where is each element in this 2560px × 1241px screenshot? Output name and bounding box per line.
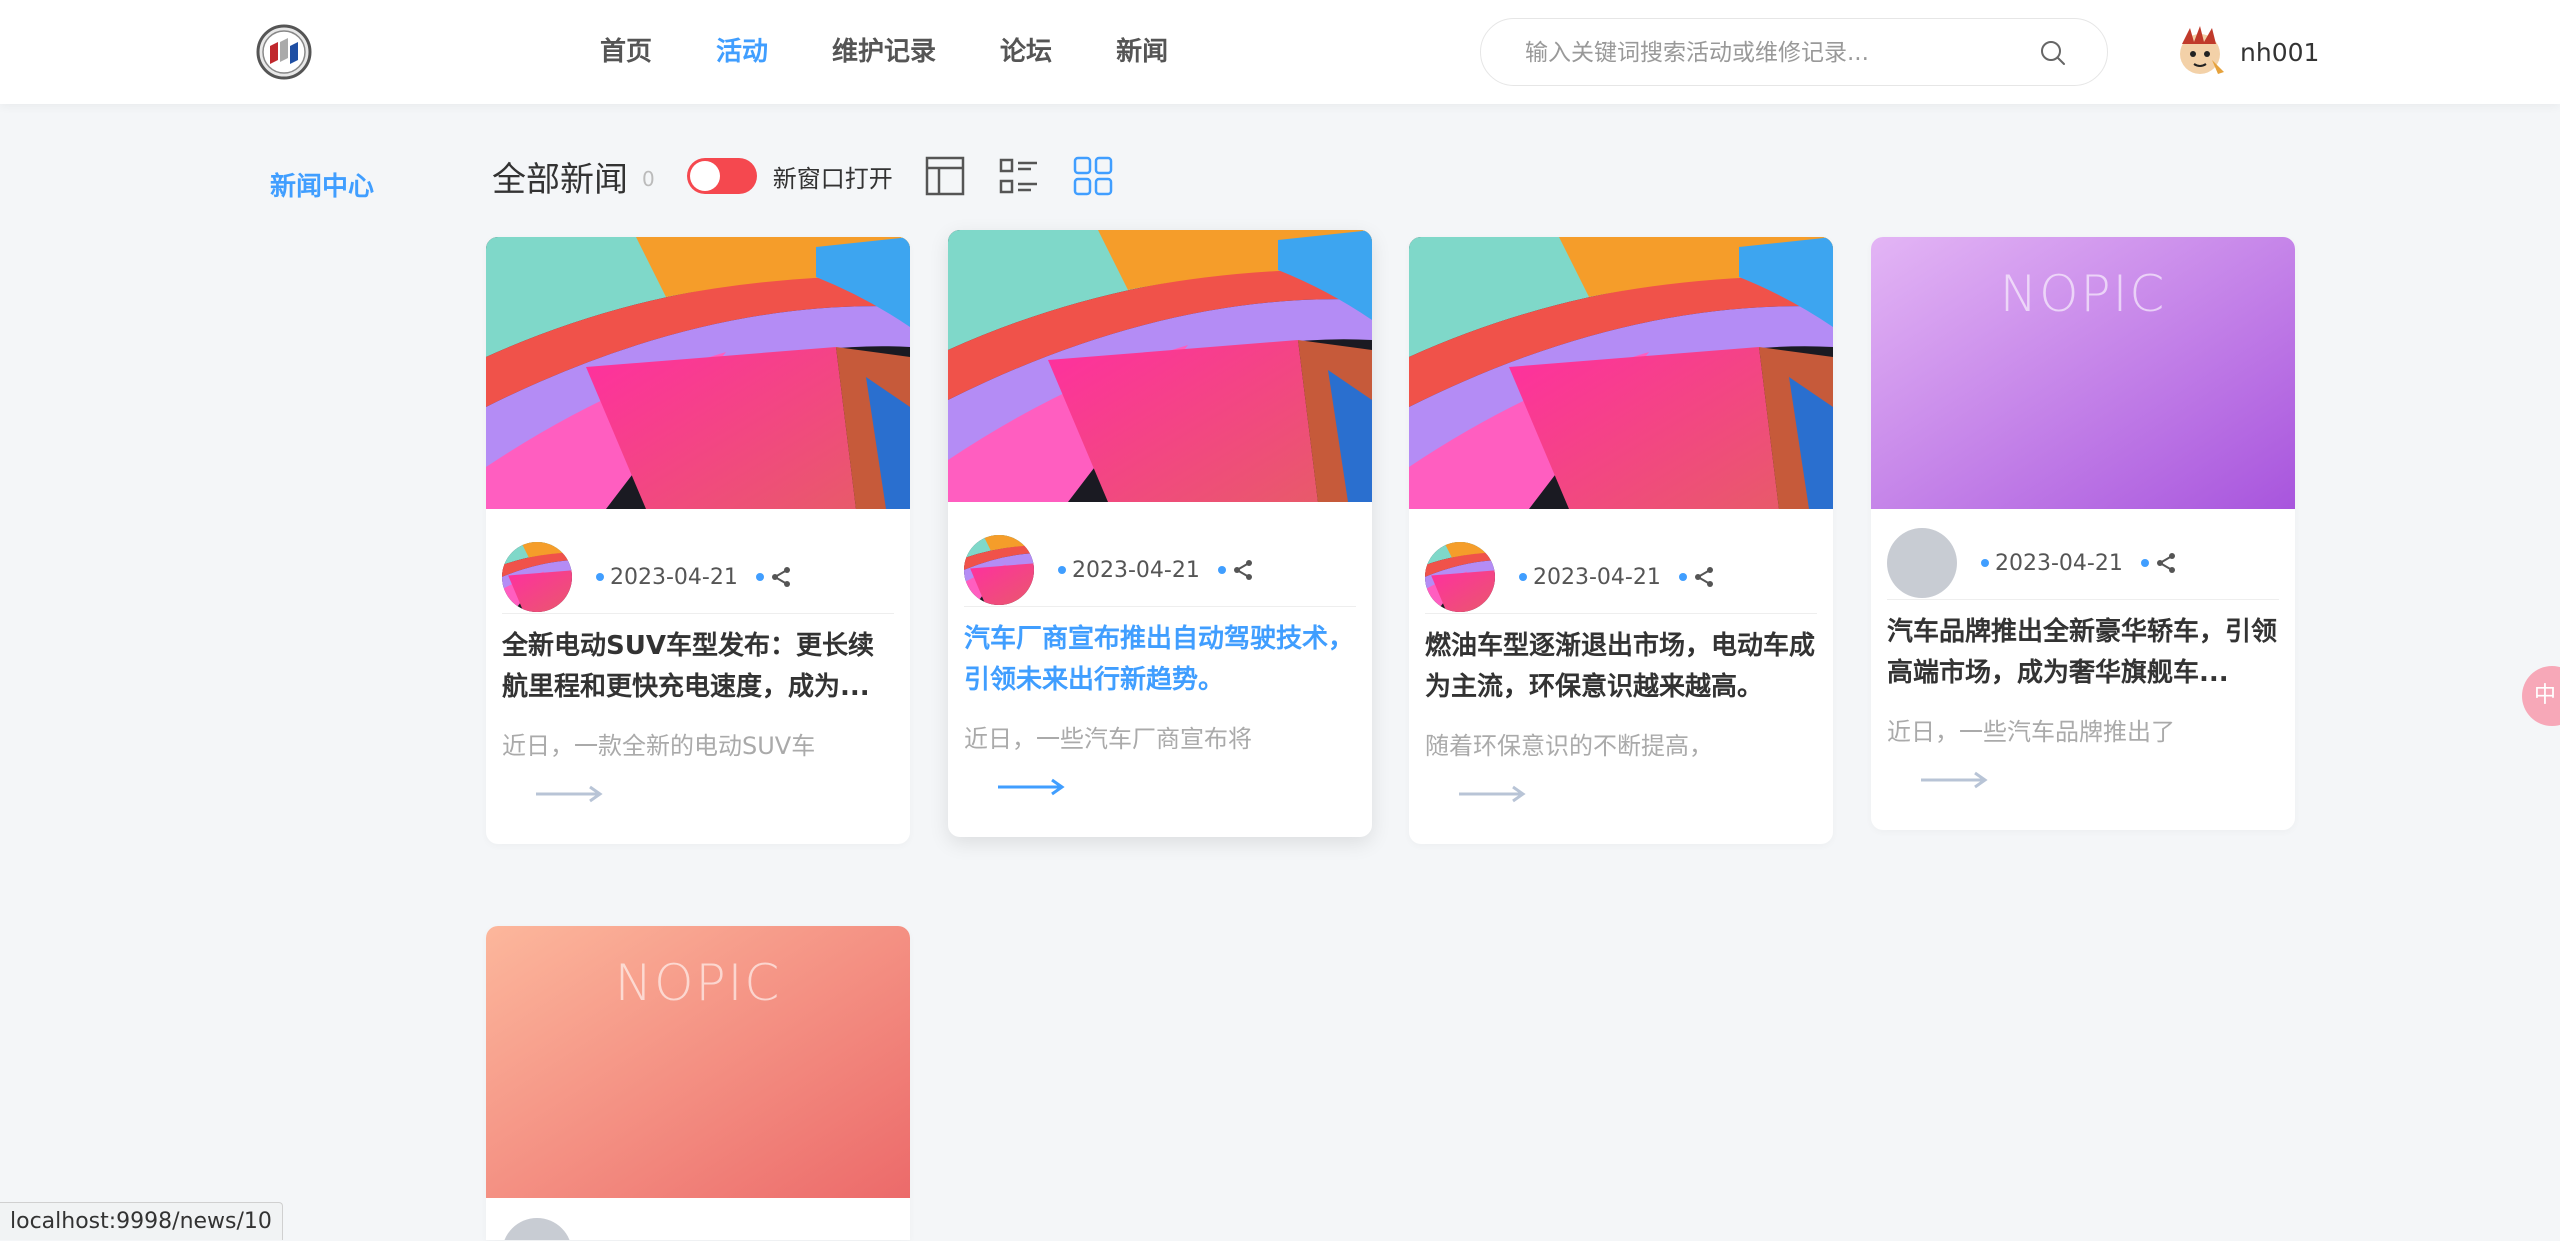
- toggle-label: 新窗口打开: [772, 164, 893, 193]
- card-excerpt: 随着环保意识的不断提高，: [1425, 732, 1713, 760]
- card-date: 2023-04-21: [610, 564, 738, 590]
- card-excerpt: 近日，一款全新的电动SUV车: [502, 732, 816, 760]
- card-image[interactable]: [1409, 237, 1833, 509]
- arrow-right-icon[interactable]: [1457, 784, 1527, 804]
- bullet-dot: [1981, 559, 1989, 567]
- new-window-toggle[interactable]: [686, 158, 757, 194]
- card-excerpt: 近日，一些汽车厂商宣布将: [964, 725, 1252, 753]
- news-card[interactable]: 2023-04-21 燃油车型逐渐退出市场，电动车成为主流，环保意识越来越高。 …: [1409, 237, 1833, 844]
- card-image[interactable]: [486, 237, 910, 509]
- card-image-placeholder[interactable]: NOPIC: [486, 926, 910, 1198]
- news-card[interactable]: 2023-04-21 汽车厂商宣布推出自动驾驶技术，引领未来出行新趋势。 近日，…: [948, 230, 1372, 837]
- search-input[interactable]: [1523, 33, 2007, 73]
- nav-forum[interactable]: 论坛: [1000, 32, 1052, 72]
- search-box: [1480, 18, 2108, 86]
- news-card[interactable]: NOPIC 2023-04-21 汽车品牌推出全新豪华轿车，引领高端市场，成为奢…: [1871, 237, 2295, 830]
- arrow-right-icon[interactable]: [1919, 770, 1989, 790]
- bullet-dot: [2140, 559, 2149, 567]
- author-avatar: [502, 1218, 572, 1240]
- card-title[interactable]: 燃油车型逐渐退出市场，电动车成为主流，环保意识越来越高。: [1425, 626, 1817, 708]
- card-meta: 2023-04-21: [502, 541, 894, 614]
- share-icon[interactable]: [770, 566, 792, 588]
- share-icon[interactable]: [1693, 566, 1715, 588]
- bullet-dot: [1678, 573, 1687, 581]
- search-icon[interactable]: [2039, 39, 2067, 67]
- card-image-placeholder[interactable]: NOPIC: [1871, 237, 2295, 509]
- list-icon: [999, 158, 1037, 194]
- news-card[interactable]: 2023-04-21 全新电动SUV车型发布：更长续航里程和更快充电速度，成为.…: [486, 237, 910, 844]
- nav-maintenance[interactable]: 维护记录: [832, 32, 936, 72]
- card-date: 2023-04-21: [1995, 550, 2123, 576]
- bullet-dot: [1519, 573, 1527, 581]
- buick-logo-icon[interactable]: [256, 24, 312, 80]
- author-avatar: [964, 535, 1034, 605]
- card-date: 2023-04-21: [1072, 557, 1200, 583]
- toggle-knob: [689, 161, 720, 191]
- card-title[interactable]: 全新电动SUV车型发布：更长续航里程和更快充电速度，成为...: [502, 626, 894, 708]
- share-icon[interactable]: [2155, 552, 2177, 574]
- sidebar-item-news-center[interactable]: 新闻中心: [270, 166, 374, 203]
- card-date: 2023-04-21: [1533, 564, 1661, 590]
- news-card[interactable]: NOPIC: [486, 926, 910, 1240]
- grid-view-button[interactable]: [1071, 154, 1115, 198]
- list-view-button[interactable]: [997, 154, 1041, 198]
- author-avatar: [1887, 528, 1957, 598]
- card-meta: 2023-04-21: [1887, 527, 2279, 600]
- arrow-right-icon[interactable]: [996, 777, 1066, 797]
- news-count: 0: [642, 167, 655, 191]
- arrow-right-icon[interactable]: [534, 784, 604, 804]
- bullet-dot: [755, 573, 764, 581]
- card-title[interactable]: 汽车厂商宣布推出自动驾驶技术，引领未来出行新趋势。: [964, 619, 1356, 701]
- username: nh001: [2240, 37, 2320, 67]
- bullet-dot: [596, 573, 604, 581]
- page-title: 全部新闻: [492, 159, 628, 200]
- user-avatar[interactable]: [2172, 24, 2228, 80]
- floating-language-widget[interactable]: 中: [2522, 666, 2560, 726]
- nopic-label: NOPIC: [1999, 265, 2167, 323]
- share-icon[interactable]: [1232, 559, 1254, 581]
- author-avatar: [1425, 542, 1495, 612]
- nav-activity[interactable]: 活动: [716, 32, 768, 72]
- nav-news[interactable]: 新闻: [1116, 32, 1168, 72]
- author-avatar: [502, 542, 572, 612]
- nopic-label: NOPIC: [614, 954, 782, 1012]
- main-nav: 首页 活动 维护记录 论坛 新闻: [600, 32, 1232, 72]
- card-meta: 2023-04-21: [964, 534, 1356, 607]
- card-meta: 2023-04-21: [1425, 541, 1817, 614]
- card-image[interactable]: [948, 230, 1372, 502]
- bullet-dot: [1217, 566, 1226, 574]
- browser-status-url: localhost:9998/news/10: [0, 1202, 283, 1240]
- top-header: 首页 活动 维护记录 论坛 新闻 nh001: [0, 0, 2560, 104]
- grid-icon: [1073, 156, 1112, 196]
- news-toolbar: 全部新闻 0 新窗口打开: [492, 148, 1115, 204]
- card-title[interactable]: 汽车品牌推出全新豪华轿车，引领高端市场，成为奢华旗舰车...: [1887, 612, 2279, 694]
- layout-view-button[interactable]: [923, 154, 967, 198]
- card-excerpt: 近日，一些汽车品牌推出了: [1887, 718, 2175, 746]
- user-menu[interactable]: nh001: [2172, 24, 2319, 80]
- layout-icon: [925, 156, 964, 196]
- bullet-dot: [1058, 566, 1066, 574]
- nav-home[interactable]: 首页: [600, 32, 652, 72]
